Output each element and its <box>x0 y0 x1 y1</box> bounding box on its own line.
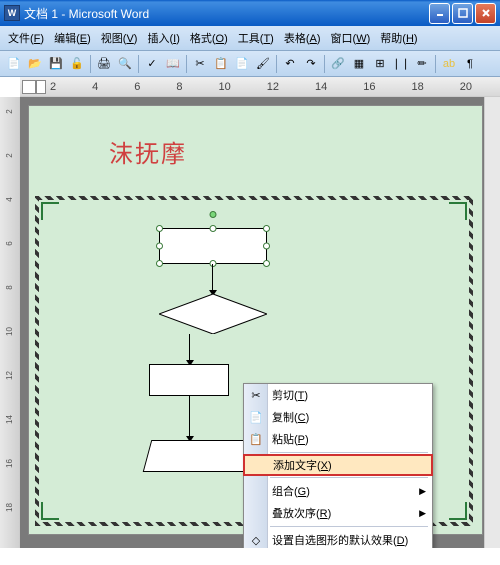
context-menu-label: 叠放次序(R) <box>272 505 331 521</box>
flowchart-arrow-1[interactable] <box>212 264 213 292</box>
window-title: 文档 1 - Microsoft Word <box>24 5 429 22</box>
menu-o[interactable]: 格式(O) <box>186 28 232 48</box>
minimize-button[interactable] <box>429 3 450 24</box>
format-painter-button[interactable]: 🖌 <box>253 54 273 74</box>
resize-handle-e[interactable] <box>263 243 270 250</box>
resize-handle-ne[interactable] <box>263 225 270 232</box>
print-preview-button[interactable]: 🔍 <box>115 54 135 74</box>
copy-icon: 📄 <box>247 408 265 426</box>
insert-table-button[interactable]: ⊞ <box>370 54 390 74</box>
resize-handle-n[interactable] <box>210 225 217 232</box>
context-menu-item-r[interactable]: 叠放次序(R) ▶ <box>244 502 432 524</box>
flowchart-data-shape[interactable] <box>143 440 260 472</box>
paste-icon: 📋 <box>247 430 265 448</box>
paste-button[interactable]: 📄 <box>232 54 252 74</box>
tab-selector[interactable] <box>22 80 36 94</box>
menu-a[interactable]: 表格(A) <box>280 28 325 48</box>
menu-w[interactable]: 窗口(W) <box>327 28 375 48</box>
scissors-icon: ✂ <box>247 386 265 404</box>
watermark-text: 沫抚摩 <box>109 134 187 169</box>
cut-button[interactable]: ✂ <box>190 54 210 74</box>
context-menu-separator <box>270 477 428 478</box>
standard-toolbar: 📄 📂 💾 🔓 🖨 🔍 ✓ 📖 ✂ 📋 📄 🖌 ↶ ↷ 🔗 ▦ ⊞ ❘❘ ✏ a… <box>0 51 500 77</box>
context-menu-item-t[interactable]: ✂ 剪切(T) <box>244 384 432 406</box>
context-menu-item-x[interactable]: 添加文字(X) <box>243 454 433 476</box>
canvas-corner-tr <box>449 202 467 220</box>
canvas-corner-br <box>449 502 467 520</box>
context-menu: ✂ 剪切(T) 📄 复制(C) 📋 粘贴(P) 添加文字(X) 组合(G) ▶ 叠放次序(R) ▶ ◇… <box>243 383 433 548</box>
indent-marker[interactable] <box>36 80 46 94</box>
resize-handle-nw[interactable] <box>156 225 163 232</box>
columns-button[interactable]: ❘❘ <box>391 54 411 74</box>
menubar: 文件(F)编辑(E)视图(V)插入(I)格式(O)工具(T)表格(A)窗口(W)… <box>0 26 500 51</box>
close-button[interactable] <box>475 3 496 24</box>
insert-hyperlink-button[interactable]: 🔗 <box>328 54 348 74</box>
menu-e[interactable]: 编辑(E) <box>50 28 95 48</box>
copy-button[interactable]: 📋 <box>211 54 231 74</box>
context-menu-label: 设置自选图形的默认效果(D) <box>272 532 408 548</box>
redo-button[interactable]: ↷ <box>301 54 321 74</box>
separator <box>186 55 187 73</box>
titlebar: W 文档 1 - Microsoft Word <box>0 0 500 26</box>
flowchart-arrow-3[interactable] <box>189 396 190 438</box>
separator <box>90 55 91 73</box>
context-menu-label: 组合(G) <box>272 483 310 499</box>
submenu-arrow-icon: ▶ <box>419 486 426 497</box>
flowchart-process-shape-2[interactable] <box>149 364 229 396</box>
canvas-corner-tl <box>41 202 59 220</box>
drawing-button[interactable]: ✏ <box>412 54 432 74</box>
open-button[interactable]: 📂 <box>25 54 45 74</box>
context-menu-item-c[interactable]: 📄 复制(C) <box>244 406 432 428</box>
vertical-ruler[interactable]: 224681012141618 <box>0 97 20 548</box>
canvas-corner-bl <box>41 502 59 520</box>
shape-default-icon: ◇ <box>247 531 265 548</box>
spelling-button[interactable]: ✓ <box>142 54 162 74</box>
research-button[interactable]: 📖 <box>163 54 183 74</box>
flowchart-decision-shape[interactable] <box>159 294 267 334</box>
resize-handle-se[interactable] <box>263 260 270 267</box>
rotate-handle[interactable] <box>210 211 217 218</box>
context-menu-label: 复制(C) <box>272 409 309 425</box>
context-menu-item-p[interactable]: 📋 粘贴(P) <box>244 428 432 450</box>
document-area: 沫抚摩 <box>20 97 500 548</box>
menu-t[interactable]: 工具(T) <box>234 28 278 48</box>
menu-h[interactable]: 帮助(H) <box>376 28 421 48</box>
separator <box>138 55 139 73</box>
new-document-button[interactable]: 📄 <box>4 54 24 74</box>
permissions-button[interactable]: 🔓 <box>67 54 87 74</box>
context-menu-label: 剪切(T) <box>272 387 308 403</box>
horizontal-ruler[interactable]: 2468101214161820 <box>20 77 500 97</box>
maximize-button[interactable] <box>452 3 473 24</box>
resize-handle-s[interactable] <box>210 260 217 267</box>
menu-f[interactable]: 文件(F) <box>4 28 48 48</box>
window-controls <box>429 3 496 24</box>
context-menu-label: 粘贴(P) <box>272 431 309 447</box>
context-menu-separator <box>270 452 428 453</box>
separator <box>435 55 436 73</box>
menu-v[interactable]: 视图(V) <box>97 28 142 48</box>
tables-borders-button[interactable]: ▦ <box>349 54 369 74</box>
save-button[interactable]: 💾 <box>46 54 66 74</box>
resize-handle-sw[interactable] <box>156 260 163 267</box>
separator <box>276 55 277 73</box>
vertical-scrollbar[interactable] <box>484 97 500 548</box>
menu-i[interactable]: 插入(I) <box>143 28 183 48</box>
flowchart-process-shape[interactable] <box>159 228 267 264</box>
highlight-button[interactable]: ab <box>439 54 459 74</box>
context-menu-item-g[interactable]: 组合(G) ▶ <box>244 480 432 502</box>
resize-handle-w[interactable] <box>156 243 163 250</box>
separator <box>324 55 325 73</box>
print-button[interactable]: 🖨 <box>94 54 114 74</box>
ruler-scale: 2468101214161820 <box>50 81 472 93</box>
context-menu-separator <box>270 526 428 527</box>
context-menu-label: 添加文字(X) <box>273 457 332 473</box>
show-formatting-button[interactable]: ¶ <box>460 54 480 74</box>
undo-button[interactable]: ↶ <box>280 54 300 74</box>
submenu-arrow-icon: ▶ <box>419 508 426 519</box>
context-menu-item-d[interactable]: ◇ 设置自选图形的默认效果(D) <box>244 529 432 548</box>
flowchart-arrow-2[interactable] <box>189 334 190 362</box>
app-icon: W <box>4 5 20 21</box>
